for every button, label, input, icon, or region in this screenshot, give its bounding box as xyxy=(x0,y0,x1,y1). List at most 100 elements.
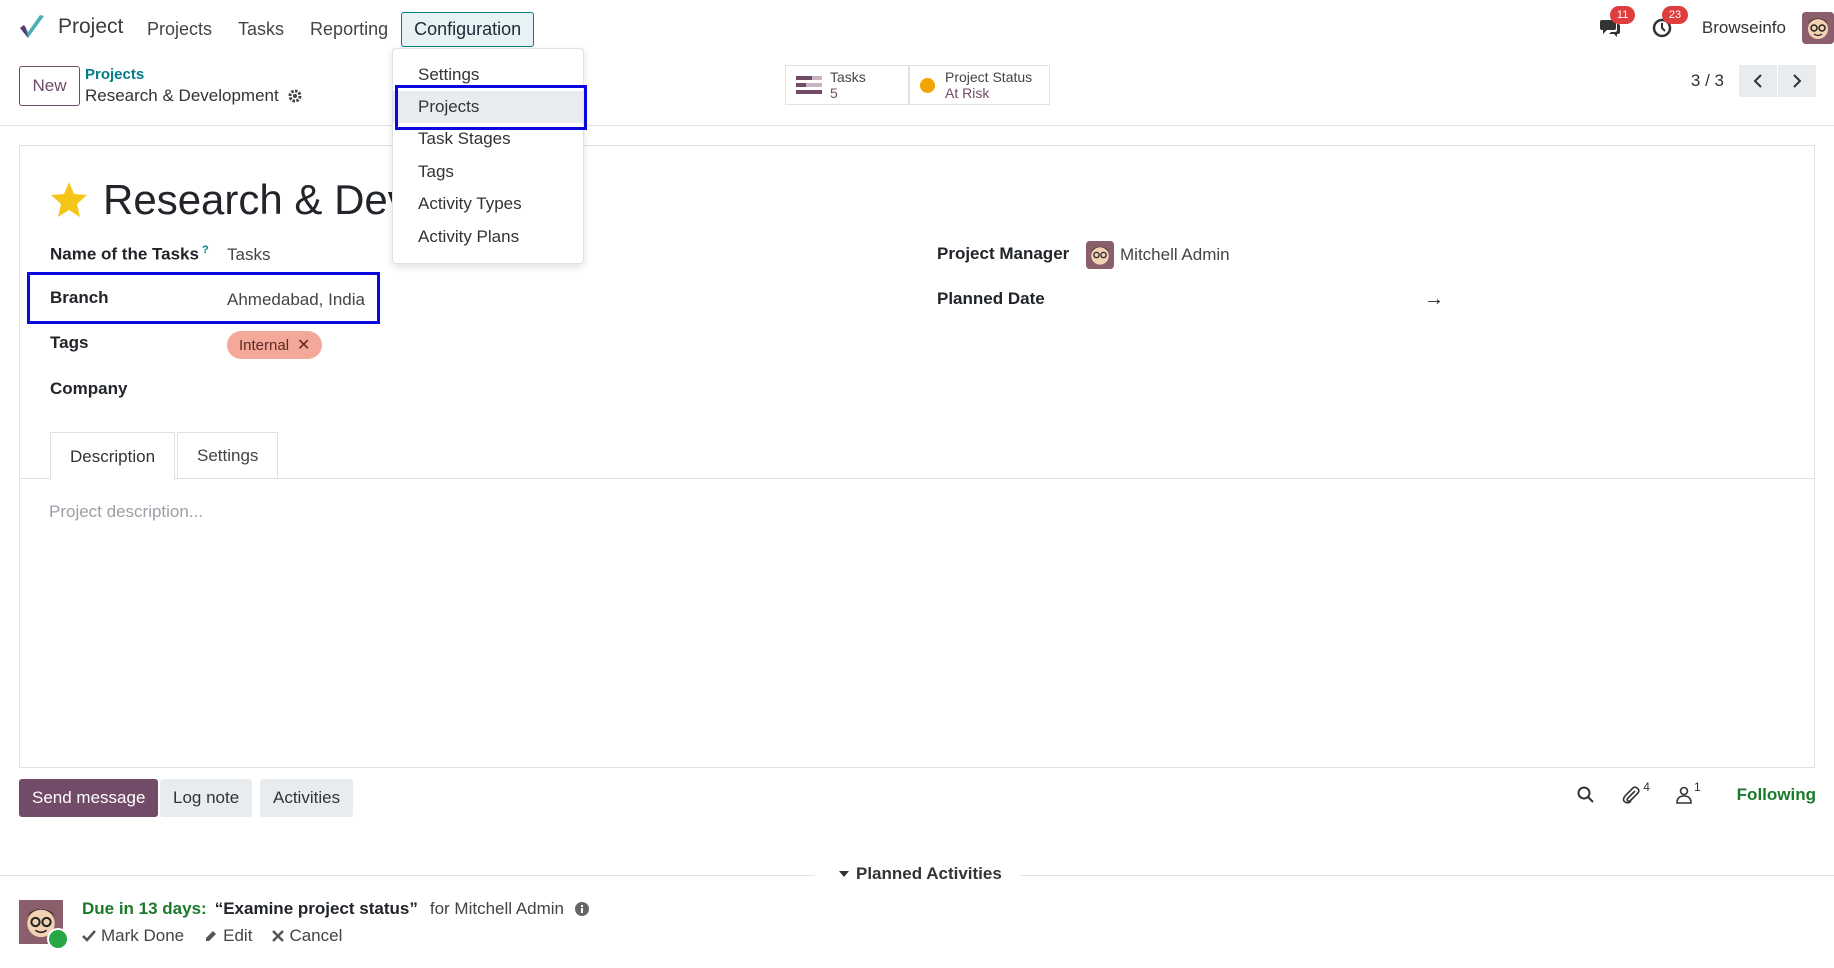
smart-button-status[interactable]: Project Status At Risk xyxy=(909,65,1050,105)
avatar-face-icon xyxy=(1802,12,1834,44)
breadcrumb-current-label: Research & Development xyxy=(85,86,279,105)
smart-status-value: At Risk xyxy=(945,85,990,101)
smart-tasks-label: Tasks xyxy=(830,69,866,85)
highlight-box-branch xyxy=(27,272,380,324)
gear-icon[interactable] xyxy=(287,88,303,104)
dropdown-item-activity-plans[interactable]: Activity Plans xyxy=(393,221,583,253)
name-of-tasks-label: Name of the Tasks? xyxy=(50,244,209,265)
chevron-left-icon xyxy=(1753,74,1762,88)
mark-done-label: Mark Done xyxy=(101,926,185,945)
user-name[interactable]: Browseinfo xyxy=(1702,18,1786,38)
pager-value[interactable]: 3 / 3 xyxy=(1691,71,1724,91)
smart-tasks-text: Tasks 5 xyxy=(830,69,866,101)
tag-internal[interactable]: Internal ✕ xyxy=(227,331,323,359)
breadcrumb-current: Research & Development xyxy=(85,86,303,106)
planned-date-arrow-icon[interactable]: → xyxy=(1424,288,1444,311)
activity-due: Due in 13 days: xyxy=(82,899,207,918)
cancel-label: Cancel xyxy=(289,926,343,945)
pager-previous-button[interactable] xyxy=(1739,65,1777,97)
user-icon xyxy=(1676,786,1692,804)
divider-left xyxy=(0,875,815,876)
edit-label: Edit xyxy=(223,926,253,945)
tab-description[interactable]: Description xyxy=(50,432,176,480)
log-note-button[interactable]: Log note xyxy=(160,779,253,817)
activity-assigned: for Mitchell Admin xyxy=(429,899,565,918)
project-logo-icon xyxy=(20,15,44,38)
tab-settings[interactable]: Settings xyxy=(177,432,279,479)
times-icon xyxy=(272,930,285,942)
dropdown-item-tags[interactable]: Tags xyxy=(393,156,583,188)
edit-button[interactable]: Edit xyxy=(204,926,252,946)
followers-button[interactable]: 1 xyxy=(1676,780,1701,804)
chatter-tools: 4 1 Following xyxy=(1577,780,1816,805)
info-icon[interactable] xyxy=(574,901,590,917)
smart-button-tasks[interactable]: Tasks 5 xyxy=(785,65,909,105)
search-icon xyxy=(1577,786,1595,803)
company-label: Company xyxy=(50,379,128,398)
pager-next-button[interactable] xyxy=(1778,65,1816,97)
manager-avatar xyxy=(1086,241,1114,269)
navbar-systray: 11 23 Browseinfo xyxy=(1598,6,1834,46)
tasks-icon xyxy=(796,76,822,94)
name-of-tasks-label-text: Name of the Tasks xyxy=(50,244,199,264)
title-row: Research & Deve xyxy=(49,176,432,224)
project-manager-label: Project Manager xyxy=(937,244,1070,263)
followers-count: 1 xyxy=(1693,780,1701,794)
messages-button[interactable]: 11 xyxy=(1598,6,1636,40)
cancel-button[interactable]: Cancel xyxy=(272,926,342,946)
pencil-icon xyxy=(206,931,217,941)
name-of-tasks-value[interactable]: Tasks xyxy=(227,245,270,265)
send-message-button[interactable]: Send message xyxy=(19,779,159,817)
configuration-dropdown: Settings Projects Task Stages Tags Activ… xyxy=(392,48,584,264)
smart-status-text: Project Status At Risk xyxy=(945,69,1032,101)
check-icon xyxy=(82,930,96,942)
description-input[interactable]: Project description... xyxy=(49,502,203,522)
activity-type-icon xyxy=(47,928,69,950)
project-manager-field[interactable]: Mitchell Admin xyxy=(1086,241,1230,269)
activity-summary: “Examine project status” xyxy=(214,899,418,918)
divider-right xyxy=(1020,875,1834,876)
new-button[interactable]: New xyxy=(19,66,80,106)
smart-status-label: Project Status xyxy=(945,69,1033,85)
menu-projects[interactable]: Projects xyxy=(134,12,225,47)
activity-actions: Mark Done Edit Cancel xyxy=(82,926,362,946)
main-menu: Projects Tasks Reporting Configuration xyxy=(134,12,535,47)
messages-badge: 11 xyxy=(1609,6,1636,24)
menu-tasks[interactable]: Tasks xyxy=(225,12,297,47)
avatar-face-icon xyxy=(1086,241,1114,269)
chevron-right-icon xyxy=(1793,74,1802,88)
form-sheet: Research & Deve Name of the Tasks? Tasks… xyxy=(19,145,1815,768)
help-icon[interactable]: ? xyxy=(202,244,209,256)
planned-date-label: Planned Date xyxy=(937,289,1045,308)
tag-internal-label: Internal xyxy=(239,336,290,354)
tag-remove-icon[interactable]: ✕ xyxy=(297,335,310,355)
top-navbar: Project Projects Tasks Reporting Configu… xyxy=(0,0,1834,56)
user-avatar[interactable] xyxy=(1802,12,1834,44)
attachments-count: 4 xyxy=(1643,780,1650,794)
following-button[interactable]: Following xyxy=(1737,785,1816,805)
pager: 3 / 3 xyxy=(1691,65,1816,97)
activity-line: Due in 13 days: “Examine project status”… xyxy=(82,899,590,919)
breadcrumb-projects[interactable]: Projects xyxy=(85,66,144,83)
activities-badge: 23 xyxy=(1661,6,1689,24)
dropdown-item-activity-types[interactable]: Activity Types xyxy=(393,188,583,220)
activity-avatar xyxy=(19,900,69,950)
menu-configuration[interactable]: Configuration xyxy=(401,12,535,47)
planned-activities-label: Planned Activities xyxy=(856,864,1002,883)
activities-button-chatter[interactable]: Activities xyxy=(260,779,354,817)
control-panel: New Projects Research & Development Task… xyxy=(0,56,1834,126)
app-brand[interactable]: Project xyxy=(18,14,123,40)
mark-done-button[interactable]: Mark Done xyxy=(82,926,184,946)
app-name: Project xyxy=(58,15,124,38)
tags-label: Tags xyxy=(50,333,89,352)
menu-reporting[interactable]: Reporting xyxy=(297,12,401,47)
project-title[interactable]: Research & Deve xyxy=(103,176,432,224)
manager-name: Mitchell Admin xyxy=(1120,245,1230,264)
activities-button[interactable]: 23 xyxy=(1650,6,1689,40)
star-icon[interactable] xyxy=(49,181,89,219)
highlight-box-projects xyxy=(395,85,587,130)
status-dot-icon xyxy=(920,77,935,93)
attachments-button[interactable]: 4 xyxy=(1621,780,1650,805)
planned-activities-toggle[interactable]: Planned Activities xyxy=(838,864,1002,884)
search-messages-button[interactable] xyxy=(1577,786,1595,804)
